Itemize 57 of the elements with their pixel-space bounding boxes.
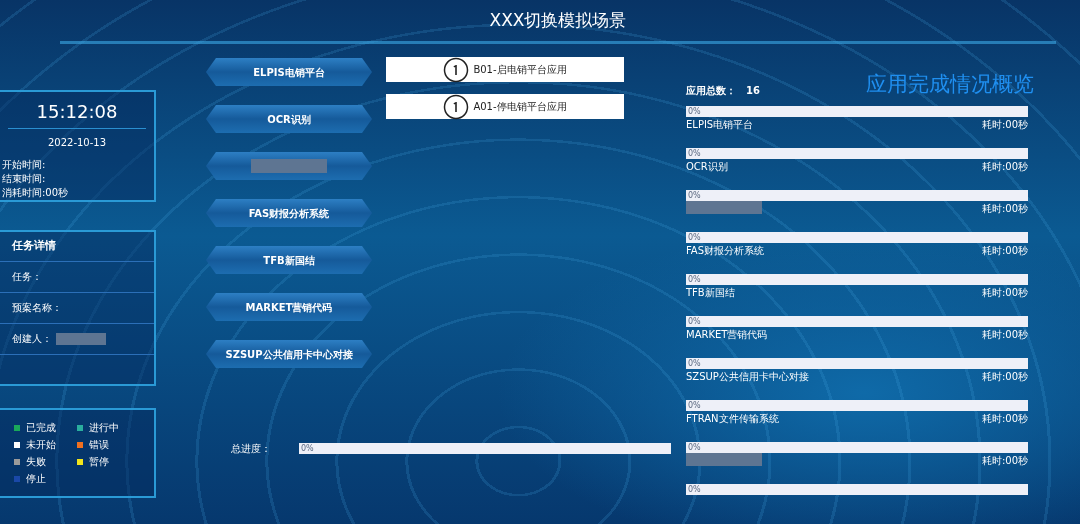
time-label: 结束时间: [1, 172, 47, 186]
progress-reading: 0% [687, 484, 702, 495]
app-name: TFB新国结 [686, 286, 735, 300]
field-label: 创建人： [12, 332, 52, 346]
app-button[interactable]: TFB新国结 [206, 246, 372, 274]
panel-title: 任务详情 [0, 232, 154, 262]
progress-label: 总进度： [231, 442, 271, 456]
elapsed-time: 耗时:00秒 [981, 286, 1028, 300]
app-name: MARKET营销代码 [686, 328, 768, 342]
field-label: 任务： [12, 270, 42, 284]
app-name: SZSUP公共信用卡中心对接 [686, 370, 809, 384]
progress-reading: 0% [687, 316, 702, 327]
progress-reading: 0% [687, 106, 702, 117]
elapsed-time: 耗时:00秒 [981, 202, 1028, 216]
progress-reading: 0% [687, 232, 702, 243]
legend-label: 已完成 [26, 421, 56, 435]
app-name: FAS财报分析系统 [686, 244, 765, 258]
elapsed-time: 耗时:00秒 [981, 160, 1028, 174]
count-label: 应用总数： [686, 84, 736, 98]
legend-label: 失败 [26, 455, 46, 469]
app-button[interactable] [206, 152, 372, 180]
legend-label: 暂停 [89, 455, 109, 469]
elapsed-time: 耗时:00秒 [981, 454, 1028, 468]
task-label: A01-停电销平台应用 [473, 100, 567, 114]
progress-reading: 0% [687, 400, 702, 411]
elapsed-time: 耗时:00秒 [981, 244, 1028, 258]
legend-label: 进行中 [89, 421, 119, 435]
elapsed-time: 耗时:00秒 [981, 328, 1028, 342]
progress-reading: 0% [687, 148, 702, 159]
clock-time: 15:12:08 [35, 100, 119, 124]
legend-label: 错误 [89, 438, 109, 452]
time-label: 开始时间: [1, 158, 47, 172]
count-value: 16 [746, 84, 760, 98]
elapsed-time: 耗时:00秒 [981, 118, 1028, 132]
elapsed-time: 耗时:00秒 [981, 412, 1028, 426]
progress-reading: 0% [687, 442, 702, 453]
progress-reading: 0% [687, 190, 702, 201]
app-button[interactable]: ELPIS电销平台 [206, 58, 372, 86]
app-button[interactable]: SZSUP公共信用卡中心对接 [206, 340, 372, 368]
progress-reading: 0% [687, 358, 702, 369]
overview-heading: 应用完成情况概览 [866, 70, 1034, 98]
page-title: XXX切换模拟场景 [488, 9, 628, 32]
legend-label: 停止 [26, 472, 46, 486]
app-name: FTRAN文件传输系统 [686, 412, 779, 426]
app-button[interactable]: OCR识别 [206, 105, 372, 133]
time-label: 消耗时间:00秒 [1, 186, 70, 200]
app-button[interactable]: MARKET营销代码 [206, 293, 372, 321]
date-text: 2022-10-13 [46, 136, 108, 150]
app-name: ELPIS电销平台 [686, 118, 754, 132]
app-button[interactable]: FAS财报分析系统 [206, 199, 372, 227]
progress-reading: 0% [300, 443, 315, 454]
legend-label: 未开始 [26, 438, 56, 452]
app-name: OCR识别 [686, 160, 728, 174]
elapsed-time: 耗时:00秒 [981, 370, 1028, 384]
field-label: 预案名称： [12, 301, 62, 315]
progress-reading: 0% [687, 274, 702, 285]
task-label: B01-启电销平台应用 [473, 63, 567, 77]
